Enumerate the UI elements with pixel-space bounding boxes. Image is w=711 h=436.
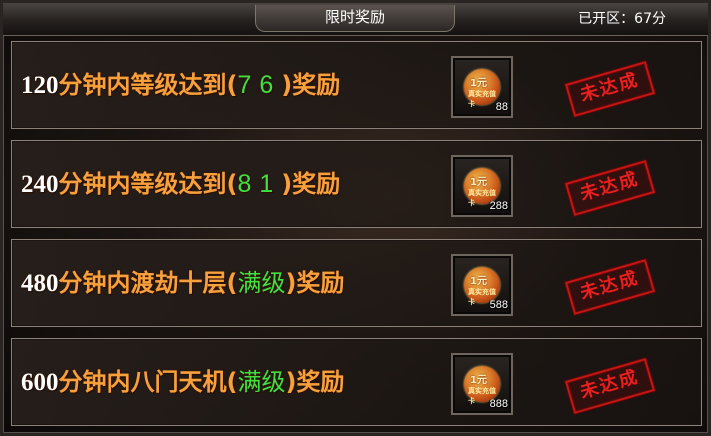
- recharge-card-coin-icon: 1元 真实充值卡: [464, 69, 500, 108]
- close-paren: ): [281, 170, 293, 198]
- close-paren: ): [285, 269, 297, 297]
- reward-condition: 240分钟内等级达到(81)奖励: [21, 141, 340, 228]
- title-bar: 限时奖励 已开区：67分: [3, 3, 708, 36]
- target-value: 76: [237, 71, 282, 99]
- reward-word: 奖励: [296, 269, 345, 297]
- status-stamp: 未达成: [564, 160, 656, 216]
- reward-row: 480分钟内渡劫十层(满级)奖励 1元 真实充值卡 588 未达成: [11, 239, 702, 327]
- reward-item-slot[interactable]: 1元 真实充值卡 588: [451, 254, 513, 316]
- close-paren: ): [281, 71, 293, 99]
- condition-text: 分钟内等级达到: [58, 71, 227, 99]
- recharge-card-coin-icon: 1元 真实充值卡: [464, 168, 500, 207]
- reward-word: 奖励: [292, 71, 341, 99]
- item-count: 888: [489, 398, 508, 410]
- coin-text: 1元: [470, 177, 487, 188]
- status-stamp: 未达成: [564, 259, 656, 315]
- reward-word: 奖励: [292, 170, 341, 198]
- reward-item-slot[interactable]: 1元 真实充值卡 88: [451, 56, 513, 118]
- target-value: 81: [237, 170, 282, 198]
- minutes-value: 240: [21, 171, 59, 198]
- reward-condition: 600分钟内八门天机(满级)奖励: [21, 339, 344, 426]
- condition-text: 分钟内等级达到: [58, 170, 227, 198]
- reward-row: 240分钟内等级达到(81)奖励 1元 真实充值卡 288 未达成: [11, 140, 702, 228]
- status-stamp: 未达成: [564, 61, 656, 117]
- item-count: 88: [495, 101, 508, 113]
- item-count: 288: [489, 200, 508, 212]
- reward-row: 120分钟内等级达到(76)奖励 1元 真实充值卡 88 未达成: [11, 41, 702, 129]
- recharge-card-coin-icon: 1元 真实充值卡: [464, 366, 500, 405]
- window-title: 限时奖励: [255, 5, 455, 32]
- reward-condition: 480分钟内渡劫十层(满级)奖励: [21, 240, 344, 327]
- status-stamp: 未达成: [564, 358, 656, 414]
- open-paren: (: [226, 368, 238, 396]
- target-value: 满级: [237, 368, 286, 396]
- reward-item-slot[interactable]: 1元 真实充值卡 288: [451, 155, 513, 217]
- reward-condition: 120分钟内等级达到(76)奖励: [21, 42, 340, 129]
- open-paren: (: [226, 269, 238, 297]
- recharge-card-coin-icon: 1元 真实充值卡: [464, 267, 500, 306]
- coin-text: 1元: [470, 78, 487, 89]
- item-count: 588: [489, 299, 508, 311]
- close-paren: ): [285, 368, 297, 396]
- condition-text: 分钟内八门天机: [58, 368, 227, 396]
- condition-text: 分钟内渡劫十层: [58, 269, 227, 297]
- reward-word: 奖励: [296, 368, 345, 396]
- coin-text: 1元: [470, 375, 487, 386]
- reward-item-slot[interactable]: 1元 真实充值卡 888: [451, 353, 513, 415]
- open-paren: (: [226, 71, 238, 99]
- target-value: 满级: [237, 269, 286, 297]
- minutes-value: 480: [21, 270, 59, 297]
- reward-row: 600分钟内八门天机(满级)奖励 1元 真实充值卡 888 未达成: [11, 338, 702, 426]
- minutes-value: 600: [21, 369, 59, 396]
- coin-text: 1元: [470, 276, 487, 287]
- minutes-value: 120: [21, 72, 59, 99]
- reward-window: 限时奖励 已开区：67分 120分钟内等级达到(76)奖励 1元 真实充值卡 8…: [0, 0, 711, 436]
- server-zone-label: 已开区：67分: [578, 11, 666, 27]
- open-paren: (: [226, 170, 238, 198]
